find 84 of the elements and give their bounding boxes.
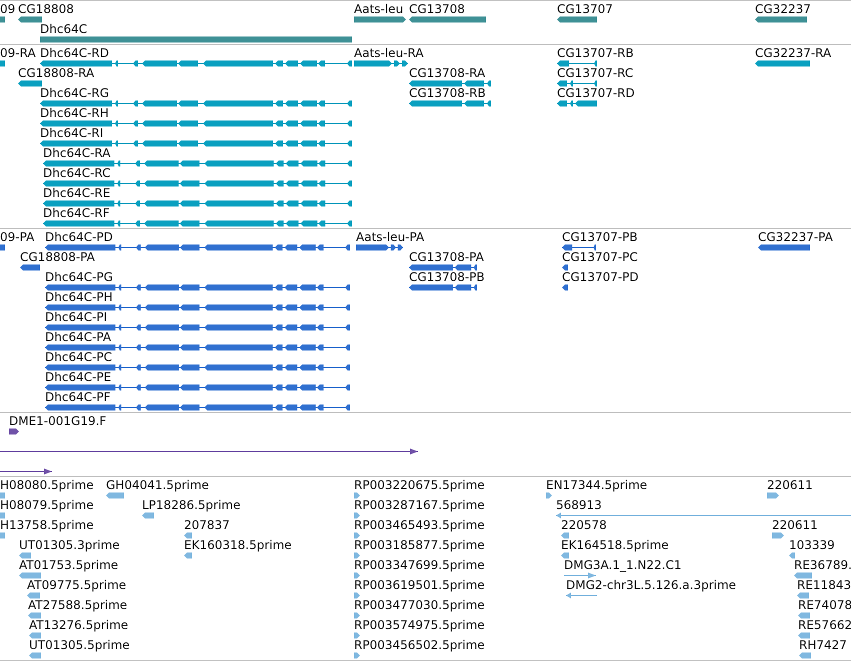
feature-label: CG13708-PB <box>409 271 485 284</box>
feature-label: Dhc64C-PG <box>45 271 113 284</box>
feature-label: Dhc64C-RC <box>43 167 111 180</box>
feature-label: CG13707-RC <box>557 67 634 80</box>
feature-label: RP003347699.5prime <box>354 559 485 572</box>
feature-label: 220611 <box>767 479 813 492</box>
feature-label: RP003477030.5prime <box>354 599 485 612</box>
feature-label: Dhc64C-PE <box>45 371 112 384</box>
feature-label: Dhc64C-PD <box>45 231 113 244</box>
feature-label: CG18808-PA <box>20 251 95 264</box>
feature-label: 207837 <box>184 519 230 532</box>
feature-label: 09-RA <box>0 47 36 60</box>
feature-label: RE11843 <box>797 579 851 592</box>
feature-label: CG32237-PA <box>758 231 833 244</box>
feature-label: CG18808 <box>18 3 74 16</box>
feature-label: CG13707-RD <box>557 87 635 100</box>
feature-label: 220578 <box>561 519 607 532</box>
feature-label: EK160318.5prime <box>184 539 292 552</box>
feature-label: DMG3A.1_1.N22.C1 <box>564 559 682 572</box>
feature-label: CG13707-PD <box>562 271 639 284</box>
feature-label: RE74078 <box>798 599 851 612</box>
feature-label: AT01753.5prime <box>19 559 118 572</box>
feature-label: CG13708-PA <box>409 251 484 264</box>
feature-label: H08080.5prime <box>0 479 94 492</box>
feature-label: UT01305.5prime <box>29 639 130 652</box>
feature-label: EN17344.5prime <box>546 479 648 492</box>
feature-glyph <box>0 512 5 519</box>
feature-label: CG32237 <box>755 3 811 16</box>
feature-label: CG18808-RA <box>18 67 94 80</box>
feature-label: 09 <box>0 3 16 16</box>
feature-label: RP003456502.5prime <box>354 639 485 652</box>
feature-label: RP003574975.5prime <box>354 619 485 632</box>
feature-label: Dhc64C-PC <box>45 351 112 364</box>
feature-label: Aats-leu <box>354 3 404 16</box>
feature-label: AT27588.5prime <box>28 599 128 612</box>
feature-label: DME1-001G19.F <box>9 415 106 428</box>
feature-label: 220611 <box>772 519 818 532</box>
feature-label: RE36789. <box>794 559 851 572</box>
feature-label: H08079.5prime <box>0 499 94 512</box>
feature-label: UT01305.3prime <box>19 539 120 552</box>
feature-label: CG13707-PB <box>562 231 638 244</box>
feature-label: AT13276.5prime <box>29 619 128 632</box>
feature-label: LP18286.5prime <box>142 499 241 512</box>
feature-label: CG13708-RB <box>409 87 486 100</box>
feature-label: CG32237-RA <box>755 47 832 60</box>
feature-label: Dhc64C-PI <box>45 311 108 324</box>
feature-label: Dhc64C-RH <box>40 107 109 120</box>
feature-label: Aats-leu-PA <box>356 231 424 244</box>
feature-label: RP003185877.5prime <box>354 539 485 552</box>
feature-label: CG13707-RB <box>557 47 634 60</box>
feature-label: RH7427 <box>799 639 847 652</box>
feature-label: Dhc64C-PA <box>45 331 112 344</box>
feature-label: CG13707 <box>557 3 613 16</box>
feature-label: RE57662 <box>798 619 851 632</box>
feature-label: Dhc64C-RE <box>43 187 110 200</box>
feature-glyph <box>0 244 5 251</box>
feature-label: Dhc64C-PH <box>45 291 113 304</box>
feature-label: GH04041.5prime <box>106 479 209 492</box>
feature-label: RP003619501.5prime <box>354 579 485 592</box>
feature-label: Dhc64C-RA <box>43 147 110 160</box>
feature-label: EK164518.5prime <box>561 539 669 552</box>
feature-label: 103339 <box>789 539 835 552</box>
feature-glyph <box>0 532 5 539</box>
feature-glyph <box>0 16 5 23</box>
feature-label: CG13707-PC <box>562 251 638 264</box>
feature-label: H13758.5prime <box>0 519 94 532</box>
feature-label: Dhc64C-RG <box>40 87 110 100</box>
feature-glyph <box>0 60 5 67</box>
feature-label: Dhc64C-RF <box>43 207 110 220</box>
feature-label: Dhc64C-PF <box>45 391 111 404</box>
feature-label: Aats-leu-RA <box>354 47 424 60</box>
feature-label: RP003465493.5prime <box>354 519 485 532</box>
feature-label: RP003287167.5prime <box>354 499 485 512</box>
feature-label: Dhc64C <box>40 23 88 36</box>
feature-label: AT09775.5prime <box>27 579 126 592</box>
feature-label: RP003220675.5prime <box>354 479 485 492</box>
feature-label: Dhc64C-RD <box>40 47 109 60</box>
feature-label: 568913 <box>556 499 602 512</box>
feature-label: Dhc64C-RI <box>40 127 104 140</box>
feature-label: 09-PA <box>0 231 34 244</box>
feature-label: DMG2-chr3L.5.126.a.3prime <box>566 579 736 592</box>
feature-label: CG13708-RA <box>409 67 486 80</box>
feature-glyph <box>0 492 5 499</box>
feature-label: CG13708 <box>409 3 465 16</box>
